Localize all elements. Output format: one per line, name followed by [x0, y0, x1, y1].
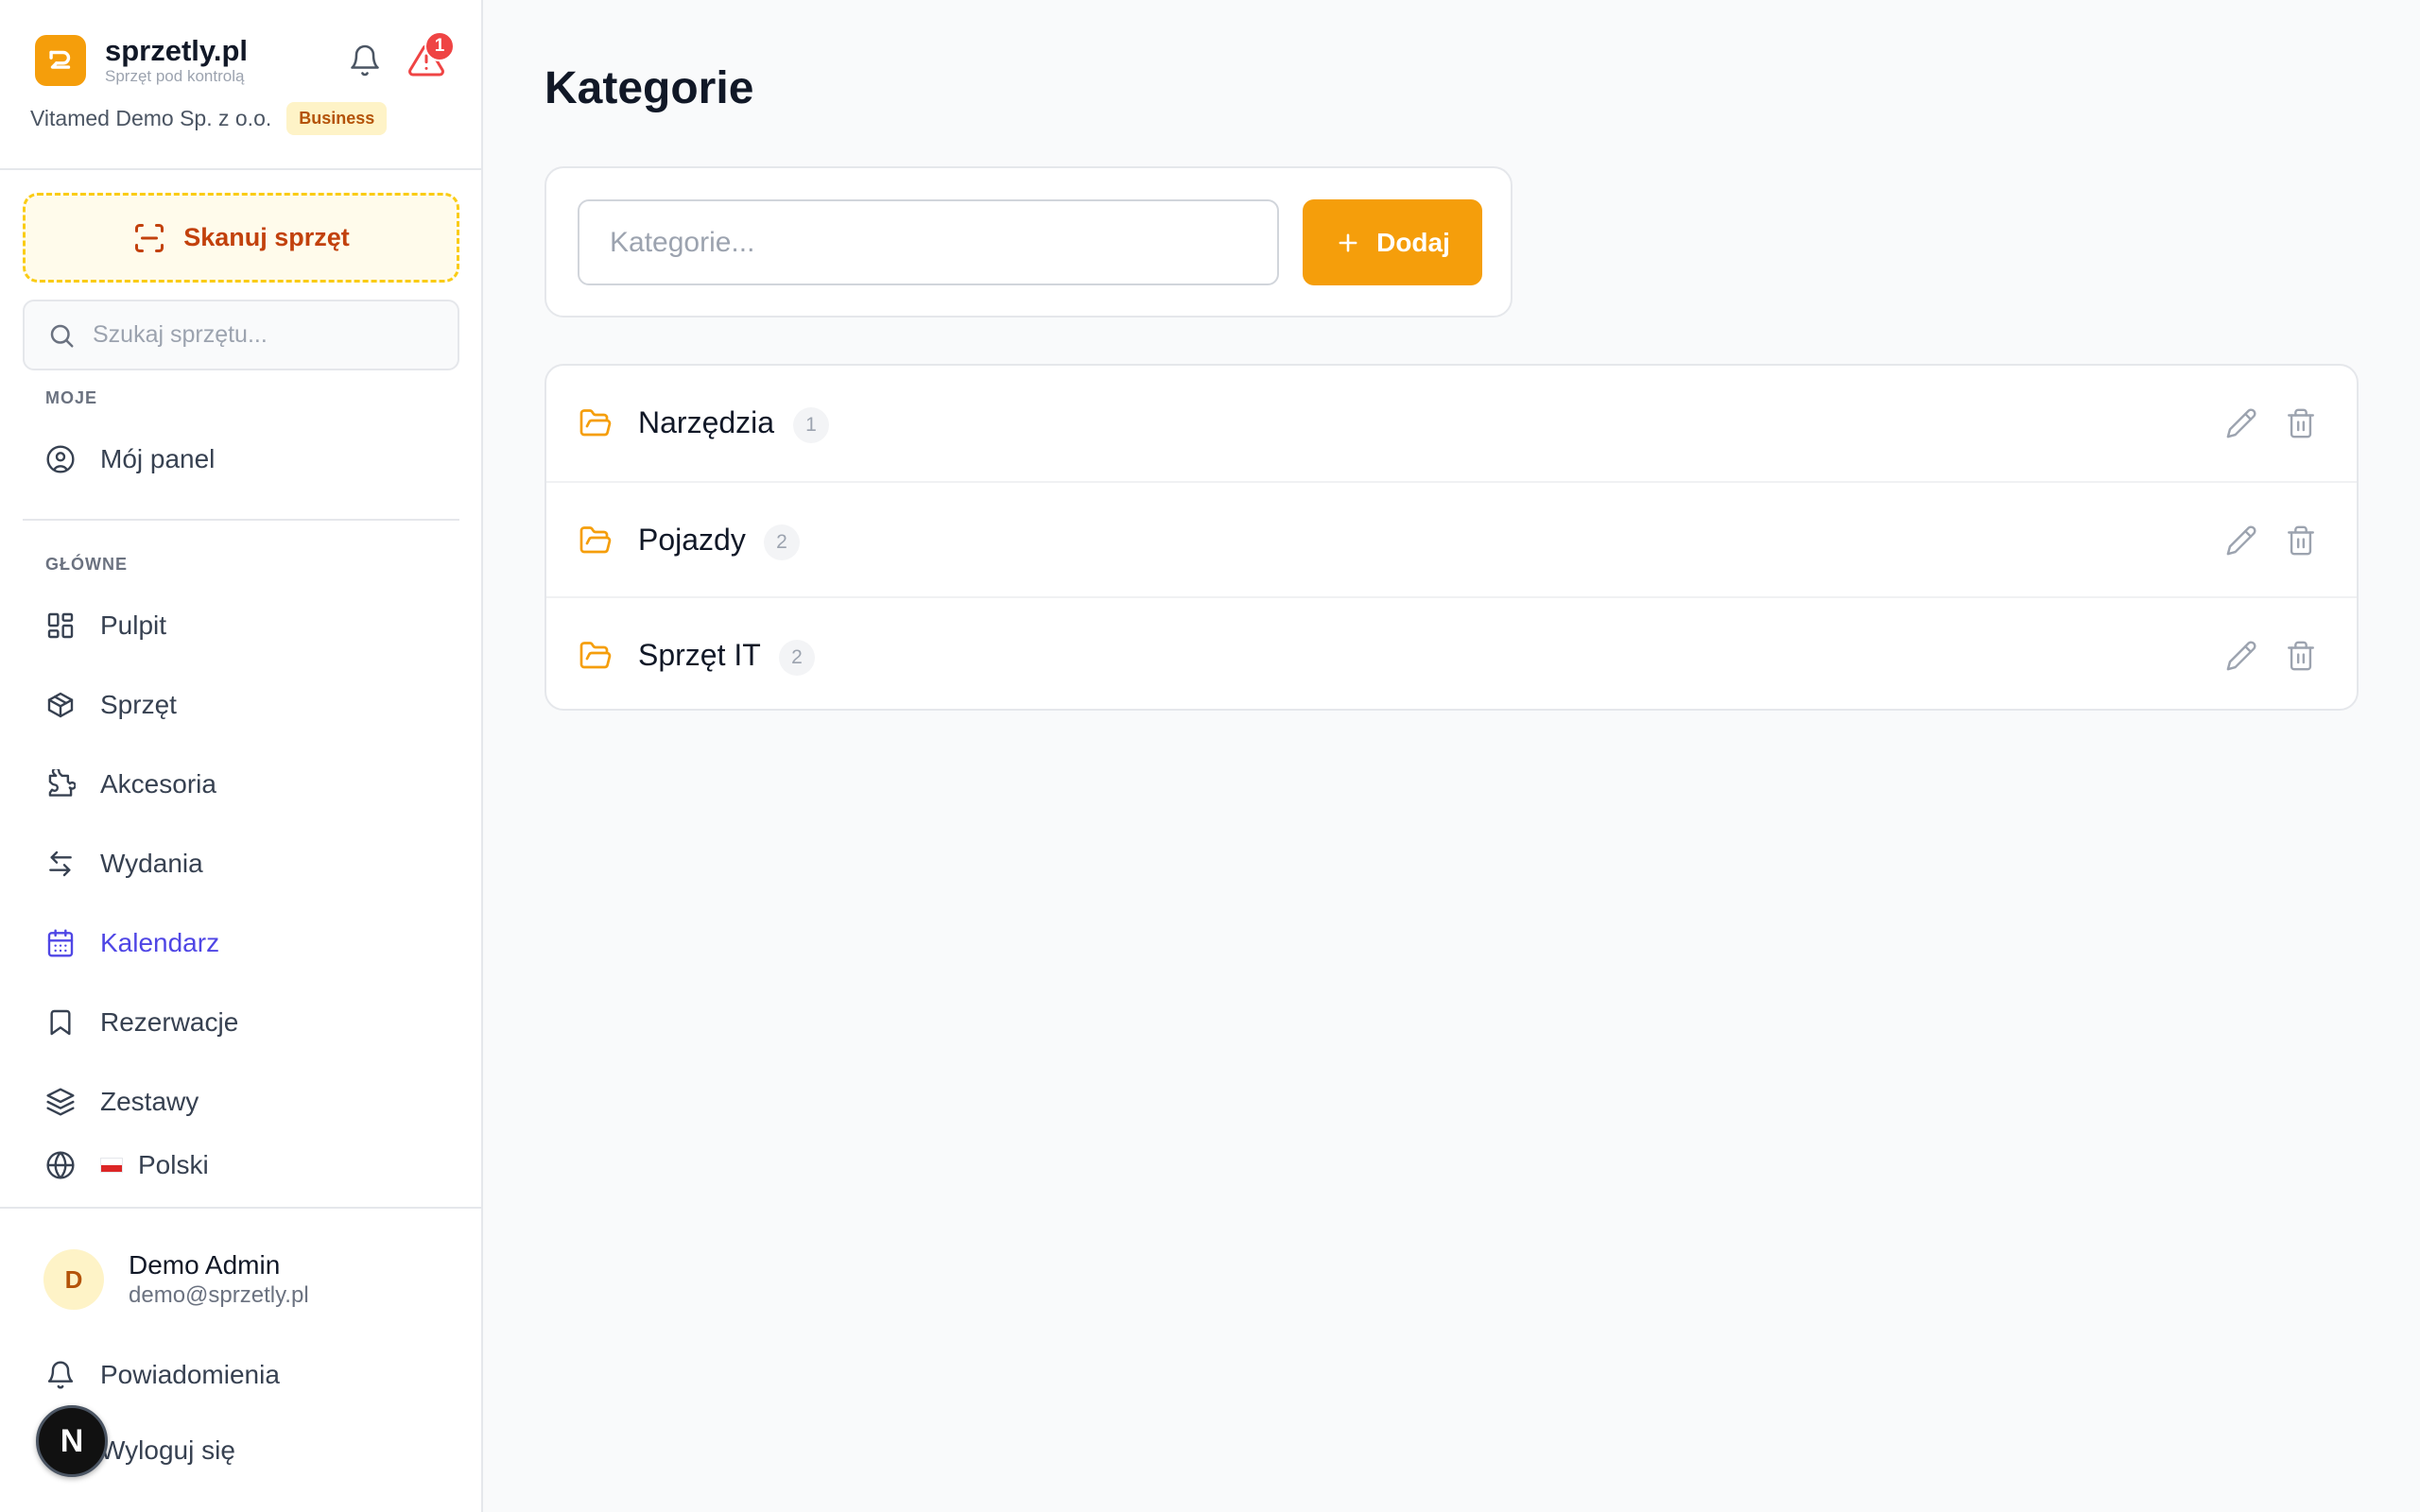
layers-icon [46, 1088, 75, 1116]
nav-item-accessories[interactable]: Akcesoria [23, 756, 459, 813]
nav-item-my-panel[interactable]: Mój panel [23, 431, 459, 488]
category-count-badge: 1 [793, 407, 829, 443]
nav-item-reservations[interactable]: Rezerwacje [23, 994, 459, 1051]
nav-item-equipment[interactable]: Sprzęt [23, 677, 459, 733]
language-label: Polski [138, 1150, 209, 1179]
avatar: D [43, 1249, 104, 1310]
brand[interactable]: sprzetly.pl Sprzęt pod kontrolą [35, 35, 248, 86]
nav-item-calendar[interactable]: Kalendarz [23, 915, 459, 971]
sidebar: sprzetly.pl Sprzęt pod kontrolą 1 Vitame… [0, 0, 483, 1512]
category-name: Sprzęt IT [638, 638, 761, 672]
logo-icon [35, 35, 86, 86]
category-list: Narzędzia 1 Pojazdy 2 Sprzęt IT 2 [544, 364, 2359, 711]
nav-label: Rezerwacje [100, 1007, 239, 1037]
language-selector[interactable]: Polski [23, 1137, 459, 1194]
scan-equipment-button[interactable]: Skanuj sprzęt [23, 193, 459, 283]
user-email: demo@sprzetly.pl [129, 1282, 309, 1308]
globe-icon [46, 1151, 75, 1179]
divider [0, 1207, 481, 1209]
poland-flag-icon [100, 1158, 123, 1173]
search-placeholder: Szukaj sprzętu... [93, 321, 268, 348]
nav-item-kits[interactable]: Zestawy [23, 1074, 459, 1130]
pencil-icon[interactable] [2225, 640, 2257, 672]
puzzle-icon [48, 769, 76, 797]
bell-icon[interactable] [348, 43, 382, 77]
add-label: Dodaj [1376, 227, 1450, 257]
nav-label: Wyloguj się [100, 1435, 235, 1465]
folder-open-icon [579, 409, 612, 437]
nav-label: Zestawy [100, 1087, 199, 1116]
nav-item-dashboard[interactable]: Pulpit [23, 597, 459, 654]
search-icon [50, 324, 74, 347]
category-row[interactable]: Pojazdy 2 [546, 481, 2357, 596]
trash-icon[interactable] [2285, 524, 2317, 557]
bookmark-icon [50, 1009, 71, 1036]
user-circle-icon [46, 445, 75, 473]
calendar-icon [47, 929, 74, 957]
user-name: Demo Admin [129, 1250, 281, 1280]
alert-count-badge: 1 [424, 31, 455, 61]
plus-icon [1339, 233, 1357, 251]
org-name: Vitamed Demo Sp. z o.o. [30, 106, 272, 130]
sidebar-search-input[interactable]: Szukaj sprzętu... [23, 300, 459, 370]
nav-label: Powiadomienia [100, 1360, 280, 1389]
add-category-button[interactable]: Dodaj [1303, 199, 1482, 285]
user-profile[interactable]: D Demo Admin demo@sprzetly.pl [43, 1249, 309, 1310]
add-category-card: Dodaj [544, 166, 1512, 318]
pencil-icon[interactable] [2225, 407, 2257, 439]
category-name-input[interactable] [578, 199, 1279, 285]
category-row[interactable]: Narzędzia 1 [546, 366, 2357, 481]
nav-item-notifications[interactable]: Powiadomienia [23, 1347, 459, 1403]
arrows-swap-icon [49, 850, 72, 877]
devtools-toggle-button[interactable]: N [36, 1405, 108, 1477]
folder-open-icon [579, 526, 612, 554]
trash-icon[interactable] [2285, 407, 2317, 439]
package-icon [47, 692, 74, 718]
scan-label: Skanuj sprzęt [183, 223, 350, 251]
category-name: Pojazdy [638, 523, 746, 557]
category-row[interactable]: Sprzęt IT 2 [546, 596, 2357, 709]
category-name: Narzędzia [638, 405, 775, 439]
scan-icon [135, 223, 164, 252]
trash-icon[interactable] [2285, 640, 2317, 672]
nav-label: Kalendarz [100, 928, 220, 957]
section-label-main: GŁÓWNE [45, 555, 128, 574]
nav-label: Pulpit [100, 610, 167, 640]
plan-badge: Business [286, 102, 388, 135]
category-count-badge: 2 [764, 524, 800, 560]
brand-name: sprzetly.pl [105, 34, 249, 67]
nav-item-checkouts[interactable]: Wydania [23, 835, 459, 892]
nav-label: Sprzęt [100, 690, 177, 719]
dashboard-icon [47, 612, 74, 639]
brand-tagline: Sprzęt pod kontrolą [105, 67, 245, 85]
divider [0, 168, 481, 170]
page-title: Kategorie [544, 63, 754, 113]
category-count-badge: 2 [779, 640, 815, 676]
pencil-icon[interactable] [2225, 524, 2257, 557]
nav-label: Akcesoria [100, 769, 216, 799]
folder-open-icon [579, 642, 612, 669]
nav-label: Wydania [100, 849, 203, 878]
section-label-mine: MOJE [45, 388, 98, 407]
nav-label: Mój panel [100, 444, 216, 473]
organization: Vitamed Demo Sp. z o.o. Business [30, 102, 388, 135]
divider [23, 519, 459, 521]
bell-icon [47, 1361, 74, 1389]
